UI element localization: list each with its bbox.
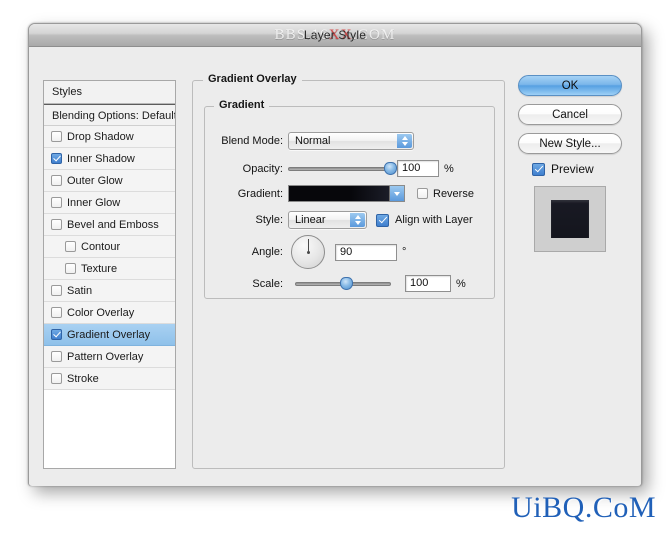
- style-row: Style: Linear Align with Layer: [213, 211, 473, 229]
- angle-dial[interactable]: [291, 235, 325, 269]
- style-item-checkbox[interactable]: [51, 373, 62, 384]
- reverse-checkbox[interactable]: [417, 188, 428, 199]
- style-item-checkbox[interactable]: [51, 285, 62, 296]
- style-item-label: Texture: [81, 262, 118, 275]
- style-item-label: Color Overlay: [67, 306, 135, 319]
- style-item-gradient-overlay[interactable]: Gradient Overlay: [44, 324, 175, 346]
- align-with-layer-label: Align with Layer: [395, 214, 473, 226]
- layer-style-dialog: BBS.16XX.COM Layer Style Styles Blending…: [28, 23, 642, 486]
- gradient-legend: Gradient: [214, 99, 270, 111]
- reverse-checkbox-row[interactable]: Reverse: [417, 188, 474, 200]
- styles-item-container: Drop Shadow Inner Shadow Outer Glow Inner G…: [44, 126, 175, 390]
- angle-dial-hub: [306, 250, 310, 254]
- scale-slider-thumb[interactable]: [339, 276, 353, 290]
- dialog-body: Styles Blending Options: Default Drop Sh…: [29, 47, 641, 486]
- dialog-title: Layer Style: [303, 28, 367, 42]
- angle-label: Angle:: [251, 246, 283, 258]
- preview-thumbnail: [534, 186, 606, 252]
- style-item-label: Bevel and Emboss: [67, 218, 159, 231]
- opacity-label: Opacity:: [242, 162, 283, 175]
- opacity-slider-track: [288, 166, 390, 171]
- style-item-contour[interactable]: Contour: [44, 236, 175, 258]
- scale-label: Scale:: [252, 277, 283, 290]
- chevron-updown-icon: [350, 213, 365, 227]
- style-item-checkbox[interactable]: [51, 329, 62, 340]
- gradient-overlay-legend: Gradient Overlay: [203, 73, 302, 85]
- preview-thumbnail-shape: [551, 200, 589, 238]
- chevron-down-icon[interactable]: [389, 186, 404, 201]
- style-item-pattern-overlay[interactable]: Pattern Overlay: [44, 346, 175, 368]
- gradient-groupbox: Gradient Blend Mode: Normal Opacity: 100…: [204, 99, 495, 299]
- style-item-label: Drop Shadow: [67, 130, 134, 143]
- style-item-texture[interactable]: Texture: [44, 258, 175, 280]
- angle-unit: °: [402, 246, 407, 258]
- style-item-checkbox[interactable]: [51, 197, 62, 208]
- style-item-inner-shadow[interactable]: Inner Shadow: [44, 148, 175, 170]
- blend-mode-label: Blend Mode:: [221, 135, 283, 147]
- new-style-button[interactable]: New Style...: [518, 133, 622, 154]
- gradient-overlay-groupbox: Gradient Overlay Gradient Blend Mode: No…: [192, 73, 505, 469]
- style-item-bevel-and-emboss[interactable]: Bevel and Emboss: [44, 214, 175, 236]
- blending-options-row[interactable]: Blending Options: Default: [44, 104, 175, 126]
- style-label: Style:: [255, 214, 283, 226]
- preview-checkbox-row[interactable]: Preview: [532, 162, 628, 176]
- style-item-checkbox[interactable]: [51, 131, 62, 142]
- blend-mode-row: Blend Mode: Normal: [213, 132, 414, 150]
- style-item-satin[interactable]: Satin: [44, 280, 175, 302]
- style-item-drop-shadow[interactable]: Drop Shadow: [44, 126, 175, 148]
- angle-input[interactable]: 90: [335, 243, 397, 261]
- gradient-overlay-settings: Gradient Overlay Gradient Blend Mode: No…: [192, 72, 505, 469]
- style-item-checkbox[interactable]: [51, 307, 62, 318]
- style-item-checkbox[interactable]: [51, 219, 62, 230]
- cancel-button[interactable]: Cancel: [518, 104, 622, 125]
- style-item-color-overlay[interactable]: Color Overlay: [44, 302, 175, 324]
- style-item-label: Gradient Overlay: [67, 328, 151, 341]
- dialog-titlebar[interactable]: BBS.16XX.COM Layer Style: [29, 24, 641, 47]
- blend-mode-select[interactable]: Normal: [288, 132, 414, 150]
- style-value: Linear: [295, 214, 326, 226]
- scale-unit: %: [456, 277, 466, 290]
- style-select[interactable]: Linear: [288, 211, 367, 229]
- style-item-label: Pattern Overlay: [67, 350, 144, 363]
- opacity-slider-thumb[interactable]: [384, 161, 397, 175]
- scale-slider[interactable]: [295, 276, 391, 291]
- scale-input[interactable]: 100: [405, 275, 451, 292]
- style-item-label: Stroke: [67, 372, 99, 385]
- preview-checkbox[interactable]: [532, 162, 545, 176]
- gradient-picker[interactable]: [288, 185, 405, 202]
- scale-row: Scale: 100 %: [213, 275, 466, 292]
- opacity-row: Opacity: 100 %: [213, 160, 454, 177]
- style-item-label: Contour: [81, 240, 121, 253]
- styles-header: Styles: [44, 81, 175, 104]
- style-item-checkbox[interactable]: [51, 153, 62, 164]
- blend-mode-value: Normal: [295, 135, 331, 147]
- angle-row: Angle: 90 °: [213, 235, 406, 269]
- style-item-label: Satin: [67, 284, 93, 297]
- styles-list-panel[interactable]: Styles Blending Options: Default Drop Sh…: [43, 80, 176, 469]
- opacity-unit: %: [444, 162, 454, 175]
- gradient-preview: [289, 186, 389, 201]
- ok-button[interactable]: OK: [518, 75, 622, 96]
- style-item-checkbox[interactable]: [65, 241, 76, 252]
- align-with-layer-row[interactable]: Align with Layer: [376, 213, 473, 227]
- reverse-label: Reverse: [433, 187, 474, 200]
- style-item-inner-glow[interactable]: Inner Glow: [44, 192, 175, 214]
- style-item-stroke[interactable]: Stroke: [44, 368, 175, 390]
- opacity-input[interactable]: 100: [397, 160, 439, 177]
- chevron-updown-icon: [397, 134, 412, 148]
- preview-label: Preview: [551, 162, 594, 176]
- style-item-outer-glow[interactable]: Outer Glow: [44, 170, 175, 192]
- style-item-label: Inner Shadow: [67, 152, 135, 165]
- style-item-checkbox[interactable]: [65, 263, 76, 274]
- watermark-bottom: UiBQ.CoM: [511, 491, 656, 524]
- dialog-buttons: OK Cancel New Style... Preview: [518, 75, 628, 252]
- style-item-checkbox[interactable]: [51, 175, 62, 186]
- gradient-row: Gradient: Reverse: [213, 185, 474, 202]
- style-item-checkbox[interactable]: [51, 351, 62, 362]
- style-item-label: Inner Glow: [67, 196, 121, 209]
- opacity-slider[interactable]: [288, 161, 397, 176]
- style-item-label: Outer Glow: [67, 174, 123, 187]
- align-with-layer-checkbox[interactable]: [376, 213, 389, 227]
- gradient-label: Gradient:: [237, 187, 283, 200]
